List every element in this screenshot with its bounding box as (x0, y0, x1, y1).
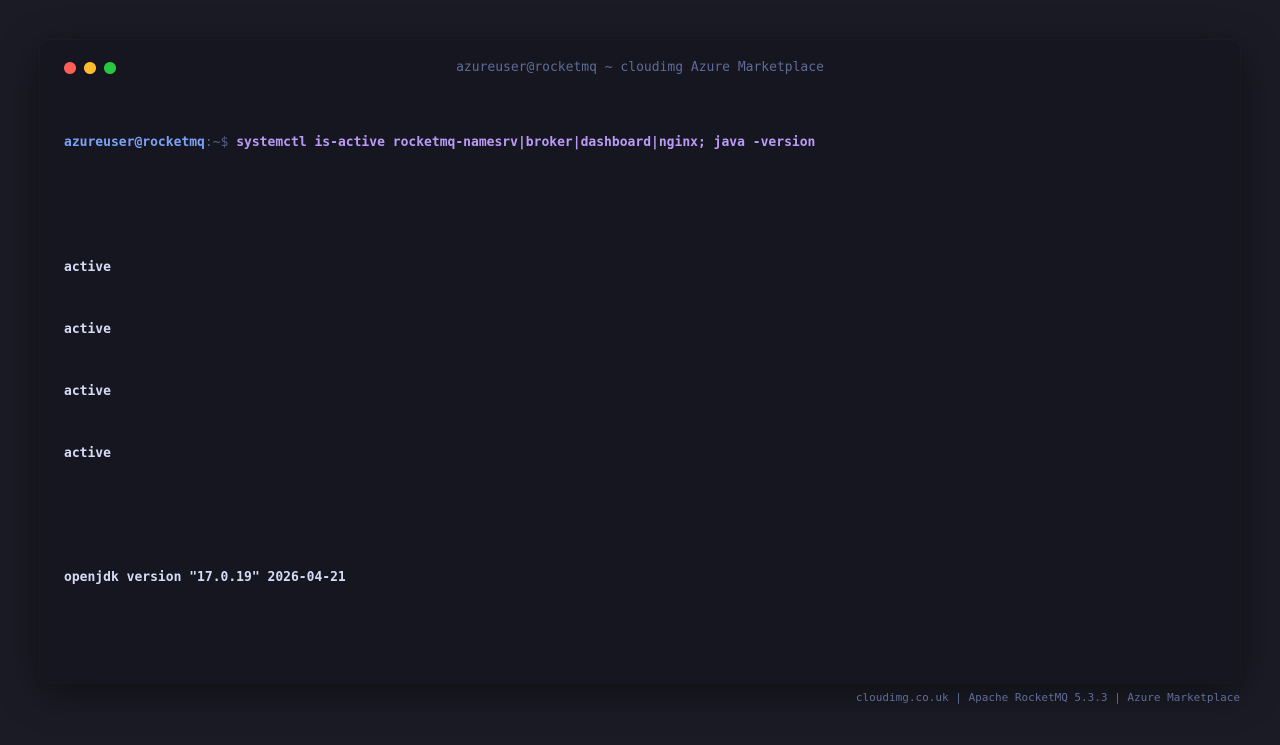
status-line: active (64, 321, 111, 337)
status-line: active (64, 383, 111, 399)
title-bar: azureuser@rocketmq ~ cloudimg Azure Mark… (40, 40, 1240, 96)
command-text: systemctl is-active rocketmq-namesrv|bro… (236, 135, 816, 151)
terminal-output[interactable]: azureuser@rocketmq:~$ systemctl is-activ… (64, 92, 1214, 630)
command-line: azureuser@rocketmq:~$ systemctl is-activ… (64, 133, 1214, 154)
prompt-user: azureuser@rocketmq (64, 135, 205, 151)
java-version-line: openjdk version "17.0.19" 2026-04-21 (64, 570, 346, 586)
prompt-path: :~$ (204, 135, 237, 151)
window-title: azureuser@rocketmq ~ cloudimg Azure Mark… (456, 60, 824, 75)
status-line: active (64, 445, 111, 461)
status-line: active (64, 259, 111, 275)
terminal-window: azureuser@rocketmq ~ cloudimg Azure Mark… (40, 40, 1240, 683)
footer-text: cloudimg.co.uk | Apache RocketMQ 5.3.3 |… (855, 691, 1240, 704)
